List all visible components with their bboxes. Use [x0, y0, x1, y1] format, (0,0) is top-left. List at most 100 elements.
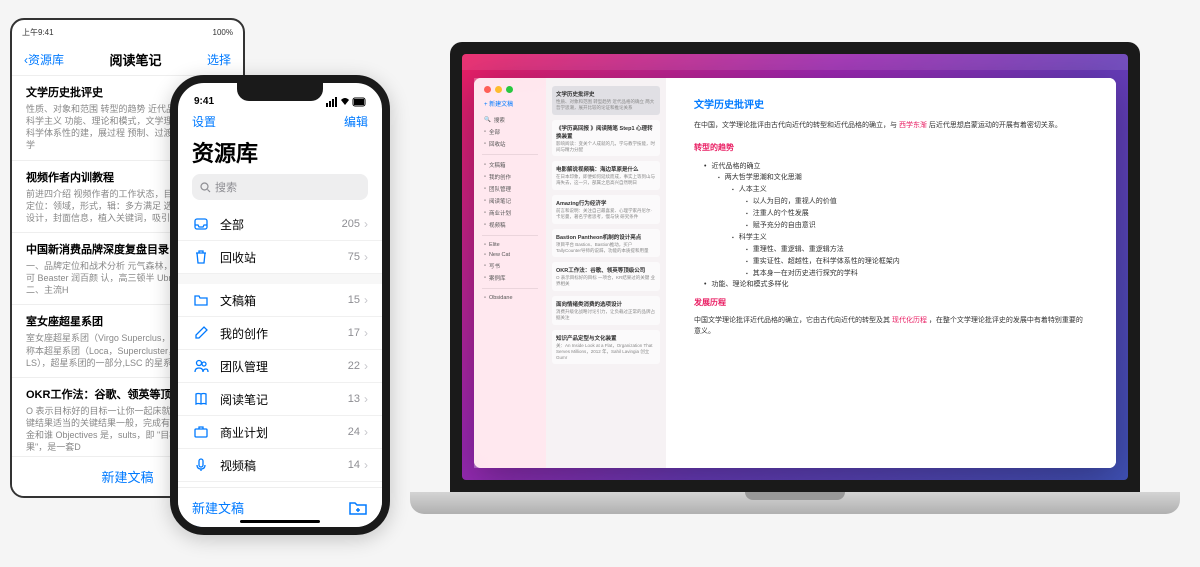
note-card[interactable]: 知识产品定型与文化装置关：An Inside Look at a Flat，Or… — [552, 330, 660, 365]
app-window: + 新建文稿 🔍搜索 ▫全部 ▫回收站 ▫文稿箱 ▫我的创作 ▫团队管理 ▫阅读… — [474, 78, 1116, 468]
trash-row[interactable]: 回收站 75 › — [178, 241, 382, 274]
chevron-right-icon: › — [364, 458, 368, 472]
chevron-right-icon: › — [364, 250, 368, 264]
row-count: 15 — [348, 294, 360, 306]
back-button[interactable]: ‹ 资源库 — [24, 51, 64, 68]
sidebar-item[interactable]: 🔍搜索 — [480, 114, 540, 126]
note-card[interactable]: 文学历史批评史性质、对象和范围 转型趋势 近代品格的确立 两大哲学思潮，展开比较… — [552, 86, 660, 115]
mac-note-list: 文学历史批评史性质、对象和范围 转型趋势 近代品格的确立 两大哲学思潮，展开比较… — [546, 78, 666, 468]
folder-icon: ▫ — [484, 198, 486, 204]
sidebar-item[interactable]: ▫写书 — [480, 260, 540, 272]
trash-icon: ▫ — [484, 141, 486, 147]
macbook-desktop: + 新建文稿 🔍搜索 ▫全部 ▫回收站 ▫文稿箱 ▫我的创作 ▫团队管理 ▫阅读… — [462, 54, 1128, 480]
note-card[interactable]: Bastion Pantheon机制的设计亮点项目平台 Bastion、Bast… — [552, 229, 660, 258]
list-item: 两大哲学思潮和文化思潮 人本主义 以人为目的，重视人的价值 注重人的个性发展 赋… — [718, 172, 1088, 279]
folder-row[interactable]: 视频稿 14 › — [178, 449, 382, 482]
card-desc: 项目平台 Bastion、Bastion推动，买户TallyCounter导师的… — [556, 242, 656, 254]
heading-2: 转型的趋势 — [694, 142, 1088, 153]
minimize-button[interactable] — [495, 86, 502, 93]
book-icon — [192, 390, 210, 408]
chevron-right-icon: › — [364, 359, 368, 373]
row-count: 22 — [348, 360, 360, 372]
chevron-right-icon: › — [364, 217, 368, 231]
sidebar-item[interactable]: ▫团队管理 — [480, 183, 540, 195]
pencil-icon — [192, 324, 210, 342]
list-item: 功能、理论和模式多样化 — [704, 279, 1088, 291]
note-card[interactable]: OKR工作法：谷歌、领英等顶级公司O 表示目标好的目标 一项合，KR结果过的关键… — [552, 262, 660, 291]
sidebar-item[interactable]: ▫New Cat — [480, 250, 540, 260]
top-section: 全部 205 › 回收站 75 › — [178, 208, 382, 274]
row-label: 商业计划 — [220, 424, 348, 441]
folder-row[interactable]: 商业计划 24 › — [178, 416, 382, 449]
macbook-screen: + 新建文稿 🔍搜索 ▫全部 ▫回收站 ▫文稿箱 ▫我的创作 ▫团队管理 ▫阅读… — [450, 42, 1140, 492]
iphone-mockup: 9:41 设置 编辑 资源库 搜索 全部 205 › 回收站 75 › — [170, 75, 390, 535]
list-item: 近代品格的确立 两大哲学思潮和文化思潮 人本主义 以人为目的，重视人的价值 注重… — [704, 161, 1088, 280]
sidebar-item[interactable]: ▫Elite — [480, 240, 540, 250]
folder-icon: ▫ — [484, 275, 486, 281]
close-button[interactable] — [484, 86, 491, 93]
note-card[interactable]: 电影解说视频稿：海边草原是什么在日本印象，即便如何延续而成，事实上等到山与海失去… — [552, 161, 660, 190]
home-indicator[interactable] — [240, 520, 320, 523]
card-title: 《学历高回报 》阅读随笔 Step1 心理转换装置 — [556, 124, 656, 140]
sidebar-item[interactable]: ▫回收站 — [480, 138, 540, 150]
folder-row[interactable]: 文稿箱 15 › — [178, 284, 382, 317]
card-desc: O 表示目标好的目标 一项合，KR结果过的关键 业界相关 — [556, 275, 656, 287]
sidebar-item[interactable]: ▫视频稿 — [480, 219, 540, 231]
folder-icon — [192, 291, 210, 309]
sidebar-item[interactable]: ▫案例库 — [480, 272, 540, 284]
note-card[interactable]: 面向情绪类消费的选项设计消费升级化战略讨论引力，让负载过正常的品牌占据关注 — [552, 296, 660, 325]
page-title: 资源库 — [178, 134, 382, 174]
folder-icon: ▫ — [484, 242, 486, 248]
sidebar-item[interactable]: ▫我的创作 — [480, 171, 540, 183]
chevron-right-icon: › — [364, 326, 368, 340]
card-title: 面向情绪类消费的选项设计 — [556, 300, 656, 308]
mac-editor[interactable]: 文学历史批评史 在中国，文学理论批评由古代向近代的转型和近代品格的确立，与 西学… — [666, 78, 1116, 468]
people-icon — [192, 357, 210, 375]
sidebar-item[interactable]: ▫阅读笔记 — [480, 195, 540, 207]
row-count: 24 — [348, 426, 360, 438]
edit-button[interactable]: 编辑 — [344, 113, 368, 130]
section-divider — [178, 274, 382, 284]
new-document-button[interactable]: + 新建文稿 — [480, 99, 540, 108]
macbook-hinge-notch — [745, 492, 845, 500]
folder-row[interactable]: 阅读笔记 13 › — [178, 383, 382, 416]
folder-icon: ▫ — [484, 263, 486, 269]
zoom-button[interactable] — [506, 86, 513, 93]
all-row[interactable]: 全部 205 › — [178, 208, 382, 241]
card-title: 文学历史批评史 — [556, 90, 656, 98]
settings-button[interactable]: 设置 — [192, 113, 216, 130]
new-document-button[interactable]: 新建文稿 — [192, 498, 244, 517]
select-button[interactable]: 选择 — [207, 51, 231, 68]
search-icon: 🔍 — [484, 117, 491, 123]
card-title: 电影解说视频稿：海边草原是什么 — [556, 165, 656, 173]
folder-row[interactable]: 我的创作 17 › — [178, 317, 382, 350]
row-count: 75 — [348, 251, 360, 263]
status-time: 9:41 — [194, 96, 214, 107]
sidebar-item[interactable]: ▫全部 — [480, 126, 540, 138]
divider — [482, 154, 538, 155]
briefcase-icon — [192, 423, 210, 441]
list-item: 科学主义 重理性、重逻辑、重逻辑方法 重实证性、超越性，在科学体系性的理论框架内… — [732, 232, 1088, 280]
folder-row[interactable]: 团队管理 22 › — [178, 350, 382, 383]
inline-link[interactable]: 西学东渐 — [899, 122, 927, 129]
new-document-button[interactable]: 新建文稿 — [101, 470, 153, 485]
mic-icon — [192, 456, 210, 474]
divider — [482, 235, 538, 236]
sidebar-item[interactable]: ▫商业计划 — [480, 207, 540, 219]
chevron-right-icon: › — [364, 425, 368, 439]
macbook-mockup: + 新建文稿 🔍搜索 ▫全部 ▫回收站 ▫文稿箱 ▫我的创作 ▫团队管理 ▫阅读… — [410, 42, 1180, 514]
note-card[interactable]: 《学历高回报 》阅读随笔 Step1 心理转换装置影响阅读：变关个人成就的几，学… — [552, 120, 660, 157]
new-folder-button[interactable] — [348, 499, 368, 517]
mac-sidebar: + 新建文稿 🔍搜索 ▫全部 ▫回收站 ▫文稿箱 ▫我的创作 ▫团队管理 ▫阅读… — [474, 78, 546, 468]
row-label: 全部 — [220, 216, 342, 233]
sidebar-item[interactable]: ▫文稿箱 — [480, 159, 540, 171]
note-card[interactable]: Amazing行为经济学前言和说明：关注自己最喜爱、心理学家丹尼尔·卡尼曼，著名… — [552, 195, 660, 224]
list-item: 赋予充分的自由意识 — [746, 220, 1088, 232]
page-title: 阅读笔记 — [109, 50, 161, 69]
inline-link[interactable]: 现代化历程 — [892, 317, 927, 324]
intro-paragraph: 在中国，文学理论批评由古代向近代的转型和近代品格的确立，与 西学东渐 后近代思想… — [694, 121, 1088, 132]
search-input[interactable]: 搜索 — [192, 174, 368, 200]
divider — [482, 288, 538, 289]
card-desc: 性质、对象和范围 转型趋势 近代品格的确立 两大哲学思潮，展开比较的论证和推论关… — [556, 99, 656, 111]
sidebar-item[interactable]: ▫Obsidane — [480, 293, 540, 303]
